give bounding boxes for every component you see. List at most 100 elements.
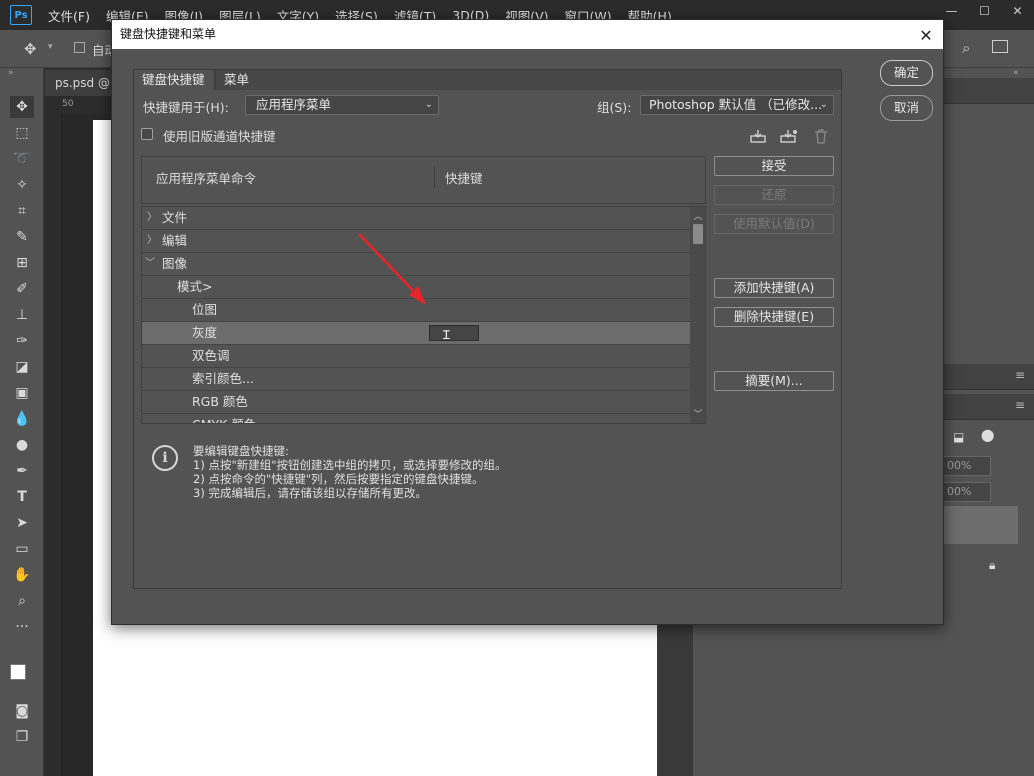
dodge-tool-icon[interactable]: ● <box>10 434 34 456</box>
shortcuts-for-select[interactable]: 应用程序菜单 ⌄ <box>245 95 439 115</box>
summarize-button[interactable]: 摘要(M)... <box>714 371 834 391</box>
delete-set-icon[interactable] <box>811 126 831 146</box>
legacy-channel-label: 使用旧版通道快捷键 <box>163 129 276 144</box>
magic-wand-tool-icon[interactable]: ✧ <box>10 174 34 196</box>
maximize-button[interactable]: ☐ <box>968 0 1001 22</box>
cancel-button[interactable]: 取消 <box>880 95 933 121</box>
command-label: 文件 <box>162 210 188 225</box>
list-item[interactable]: 〉 编辑 <box>142 230 690 253</box>
lasso-tool-icon[interactable]: ➰ <box>10 148 34 170</box>
photoshop-logo: Ps <box>10 5 32 25</box>
window-controls: — ☐ ✕ <box>935 0 1034 22</box>
gradient-tool-icon[interactable]: ▣ <box>10 382 34 404</box>
command-label: 位图 <box>192 302 218 317</box>
zoom-tool-icon[interactable]: ⌕ <box>10 590 34 612</box>
collapse-icon[interactable]: « <box>1013 68 1019 78</box>
chevron-down-icon: ⌄ <box>819 99 828 110</box>
chevron-right-icon[interactable]: 〉 <box>147 230 157 252</box>
undo-button[interactable]: 还原 <box>714 185 834 205</box>
pen-tool-icon[interactable]: ✒ <box>10 460 34 482</box>
chevron-down-icon[interactable]: ﹀ <box>145 253 155 275</box>
column-divider <box>434 166 435 188</box>
dialog-title: 键盘快捷键和菜单 <box>120 27 217 41</box>
vertical-ruler <box>44 96 62 776</box>
auto-select-checkbox[interactable] <box>74 42 85 53</box>
command-label: 双色调 <box>192 348 230 363</box>
lock-pixels-icon[interactable]: ⬓ <box>953 430 964 444</box>
set-label: 组(S): <box>597 100 632 115</box>
ok-button[interactable]: 确定 <box>880 60 933 86</box>
tab-menus[interactable]: 菜单 <box>215 70 258 90</box>
command-label: RGB 颜色 <box>192 394 248 409</box>
history-brush-tool-icon[interactable]: ✑ <box>10 330 34 352</box>
chevron-right-icon[interactable]: 〉 <box>147 207 157 229</box>
eraser-tool-icon[interactable]: ◪ <box>10 356 34 378</box>
set-value: Photoshop 默认值 （已修改... <box>649 97 823 112</box>
command-table-header: 应用程序菜单命令 快捷键 <box>141 156 706 204</box>
blur-tool-icon[interactable]: 💧 <box>10 408 34 430</box>
rectangle-tool-icon[interactable]: ▭ <box>10 538 34 560</box>
panel-menu-icon[interactable]: ≡ <box>1015 398 1025 412</box>
list-item[interactable]: 模式> <box>142 276 690 299</box>
menu-file[interactable]: 文件(F) <box>48 6 90 25</box>
delete-shortcut-button[interactable]: 删除快捷键(E) <box>714 307 834 327</box>
list-item-selected[interactable]: 灰度 Ɪ <box>142 322 690 345</box>
stamp-tool-icon[interactable]: ⊥ <box>10 304 34 326</box>
lock-icon: 🔒︎ <box>989 558 996 572</box>
legacy-channel-checkbox[interactable] <box>141 128 153 140</box>
hand-tool-icon[interactable]: ✋ <box>10 564 34 586</box>
list-item[interactable]: 双色调 <box>142 345 690 368</box>
dialog-title-bar: 键盘快捷键和菜单 ✕ <box>112 20 943 49</box>
toggle-icon[interactable]: ⬤ <box>981 428 994 442</box>
shortcuts-for-value: 应用程序菜单 <box>256 97 332 112</box>
chevron-down-icon[interactable]: ▾ <box>48 42 53 52</box>
tab-keyboard-shortcuts[interactable]: 键盘快捷键 <box>134 70 213 90</box>
close-icon[interactable]: ✕ <box>915 24 937 46</box>
screen-mode-icon[interactable]: ❐ <box>10 726 34 748</box>
quick-mask-icon[interactable]: ◙ <box>10 700 34 722</box>
foreground-color-swatch[interactable] <box>10 664 26 680</box>
scrollbar-thumb[interactable] <box>693 224 703 244</box>
move-tool-icon[interactable]: ✥ <box>24 40 37 58</box>
crop-tool-icon[interactable]: ⌗ <box>10 200 34 222</box>
add-shortcut-button[interactable]: 添加快捷键(A) <box>714 278 834 298</box>
shortcut-input[interactable] <box>429 325 479 341</box>
accept-button[interactable]: 接受 <box>714 156 834 176</box>
close-app-button[interactable]: ✕ <box>1001 0 1034 22</box>
opacity-field[interactable]: 00% <box>943 456 991 476</box>
list-item[interactable]: 位图 <box>142 299 690 322</box>
list-item[interactable]: 索引颜色... <box>142 368 690 391</box>
keyboard-shortcuts-dialog: 键盘快捷键和菜单 ✕ 键盘快捷键 菜单 快捷键用于(H): 应用程序菜单 ⌄ 组… <box>111 19 944 625</box>
save-set-icon[interactable] <box>748 126 768 146</box>
scroll-down-icon[interactable]: ﹀ <box>690 407 705 420</box>
healing-tool-icon[interactable]: ⊞ <box>10 252 34 274</box>
panel-menu-icon[interactable]: ≡ <box>1015 368 1025 382</box>
list-item[interactable]: CMYK 颜色 <box>142 414 690 423</box>
command-label: CMYK 颜色 <box>192 414 256 423</box>
brush-tool-icon[interactable]: ✐ <box>10 278 34 300</box>
chevron-down-icon: ⌄ <box>424 99 433 110</box>
use-default-button[interactable]: 使用默认值(D) <box>714 214 834 234</box>
more-tools-icon[interactable]: ··· <box>10 616 34 638</box>
shortcuts-for-label: 快捷键用于(H): <box>143 100 229 115</box>
ruler-label: 50 <box>62 99 74 109</box>
list-item[interactable]: RGB 颜色 <box>142 391 690 414</box>
marquee-tool-icon[interactable]: ⬚ <box>10 122 34 144</box>
fill-field[interactable]: 00% <box>943 482 991 502</box>
type-tool-icon[interactable]: T <box>10 486 34 508</box>
save-set-as-icon[interactable] <box>779 126 799 146</box>
command-label: 图像 <box>162 256 188 271</box>
text-cursor-icon: Ɪ <box>443 328 450 342</box>
workspace-icon[interactable] <box>992 40 1008 53</box>
scroll-up-icon[interactable]: ︿ <box>690 209 705 222</box>
set-select[interactable]: Photoshop 默认值 （已修改... ⌄ <box>640 95 834 115</box>
list-item[interactable]: 〉 文件 <box>142 207 690 230</box>
collapse-icon[interactable]: » <box>8 68 14 78</box>
command-label: 模式> <box>177 279 213 294</box>
move-tool-icon[interactable]: ✥ <box>10 96 34 118</box>
list-item[interactable]: ﹀ 图像 <box>142 253 690 276</box>
eyedropper-tool-icon[interactable]: ✎ <box>10 226 34 248</box>
selected-layer[interactable] <box>943 506 1018 544</box>
path-select-tool-icon[interactable]: ➤ <box>10 512 34 534</box>
search-icon[interactable]: ⌕ <box>962 39 970 57</box>
